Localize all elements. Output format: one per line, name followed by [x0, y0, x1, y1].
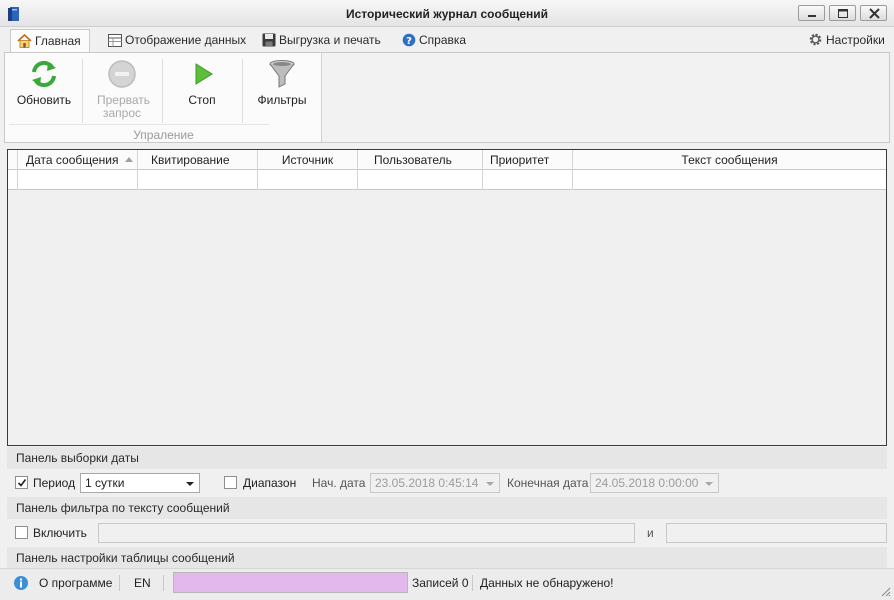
table-cell[interactable] [258, 170, 358, 190]
column-header-date[interactable]: Дата сообщения [18, 150, 138, 170]
table-cell[interactable] [483, 170, 573, 190]
date-panel-header[interactable]: Панель выборки даты [7, 447, 887, 469]
ribbon-panel: Обновить Прервать запрос Стоп Фильтры Уп… [4, 52, 890, 143]
chevron-down-icon [186, 482, 194, 486]
chevron-down-icon [486, 482, 494, 486]
and-label: и [647, 526, 654, 540]
maximize-icon [838, 9, 848, 18]
about-button[interactable]: О программе [39, 576, 112, 590]
column-header-source[interactable]: Источник [258, 150, 358, 170]
tab-help[interactable]: ? Справка [396, 29, 470, 52]
progress-bar [173, 572, 408, 593]
stop-label: Стоп [188, 93, 216, 107]
column-header-acknowledgement[interactable]: Квитирование [138, 150, 258, 170]
table-cell[interactable] [358, 170, 483, 190]
grid-header: Дата сообщения Квитирование Источник Пол… [8, 150, 886, 170]
table-view-icon [108, 34, 122, 47]
tab-export-print[interactable]: Выгрузка и печать [256, 29, 384, 52]
info-icon [14, 576, 28, 590]
start-date-label: Нач. дата [312, 476, 366, 490]
separator [119, 575, 120, 591]
group-divider [9, 124, 269, 125]
filters-label: Фильтры [257, 93, 307, 107]
minimize-button[interactable] [798, 5, 825, 21]
close-button[interactable] [860, 5, 887, 21]
save-print-icon [262, 33, 276, 47]
column-header-priority[interactable]: Приоритет [483, 150, 573, 170]
period-select[interactable]: 1 сутки [80, 473, 200, 493]
tab-label: Отображение данных [125, 33, 247, 47]
tab-home[interactable]: Главная [10, 29, 90, 52]
abort-request-button[interactable]: Прервать запрос [83, 53, 161, 125]
records-count: Записей 0 [412, 576, 469, 590]
sort-ascending-icon [125, 157, 133, 162]
date-panel: Период 1 сутки Диапазон Нач. дата 23.05.… [7, 469, 887, 497]
range-checkbox[interactable] [224, 476, 237, 489]
resize-grip-icon[interactable] [879, 585, 891, 597]
table-cell[interactable] [18, 170, 138, 190]
separator [163, 575, 164, 591]
play-icon [195, 63, 213, 85]
stop-button[interactable]: Стоп [163, 53, 241, 125]
table-row[interactable] [8, 170, 886, 190]
period-label: Период [33, 476, 76, 490]
range-label: Диапазон [243, 476, 297, 490]
enable-label: Включить [33, 526, 87, 540]
help-icon: ? [402, 33, 416, 47]
column-header-user[interactable]: Пользователь [358, 150, 483, 170]
checkmark-icon [17, 479, 27, 487]
text-filter-panel-header[interactable]: Панель фильтра по тексту сообщений [7, 497, 887, 519]
language-button[interactable]: EN [134, 576, 151, 590]
title-bar: Исторический журнал сообщений [0, 0, 894, 27]
tab-label: Главная [35, 34, 81, 48]
minimize-icon [808, 15, 816, 17]
table-cell[interactable] [138, 170, 258, 190]
tab-label: Справка [419, 33, 467, 47]
status-bar: О программе EN Записей 0 Данных не обнар… [0, 568, 894, 600]
chevron-down-icon [705, 482, 713, 486]
home-icon [17, 33, 32, 48]
abort-request-label: Прервать запрос [97, 93, 151, 120]
text-filter-input-2[interactable] [666, 523, 887, 543]
window-title: Исторический журнал сообщений [345, 7, 549, 21]
settings-button[interactable]: Настройки [802, 29, 890, 52]
enable-text-filter-checkbox[interactable] [15, 526, 28, 539]
refresh-label: Обновить [16, 93, 72, 107]
refresh-button[interactable]: Обновить [5, 53, 83, 125]
tab-data-display[interactable]: Отображение данных [102, 29, 246, 52]
text-filter-input-1[interactable] [98, 523, 635, 543]
status-message: Данных не обнаружено! [480, 576, 614, 590]
stop-request-icon [108, 60, 136, 88]
table-settings-panel-header[interactable]: Панель настройки таблицы сообщений [7, 547, 887, 569]
row-indicator-header [8, 150, 18, 170]
filters-button[interactable]: Фильтры [243, 53, 321, 125]
refresh-icon [32, 60, 56, 88]
tab-label: Выгрузка и печать [279, 33, 381, 47]
text-filter-panel: Включить и [7, 519, 887, 547]
messages-grid[interactable]: Дата сообщения Квитирование Источник Пол… [7, 149, 887, 446]
close-icon [869, 8, 880, 19]
settings-label: Настройки [826, 33, 885, 47]
control-group: Обновить Прервать запрос Стоп Фильтры Уп… [5, 53, 322, 142]
column-header-text[interactable]: Текст сообщения [573, 150, 886, 170]
ribbon-tabs: Главная Отображение данных Выгрузка и пе… [0, 27, 894, 52]
start-date-picker[interactable]: 23.05.2018 0:45:14 [370, 473, 500, 493]
end-date-label: Конечная дата [507, 476, 589, 490]
table-cell[interactable] [573, 170, 886, 190]
svg-text:?: ? [406, 36, 412, 47]
maximize-button[interactable] [829, 5, 856, 21]
funnel-icon [269, 60, 295, 88]
row-indicator [8, 170, 18, 190]
separator [472, 575, 473, 591]
gear-icon [809, 33, 822, 46]
end-date-picker[interactable]: 24.05.2018 0:00:00 [590, 473, 719, 493]
group-label: Упраление [133, 128, 194, 142]
period-checkbox[interactable] [15, 476, 28, 489]
